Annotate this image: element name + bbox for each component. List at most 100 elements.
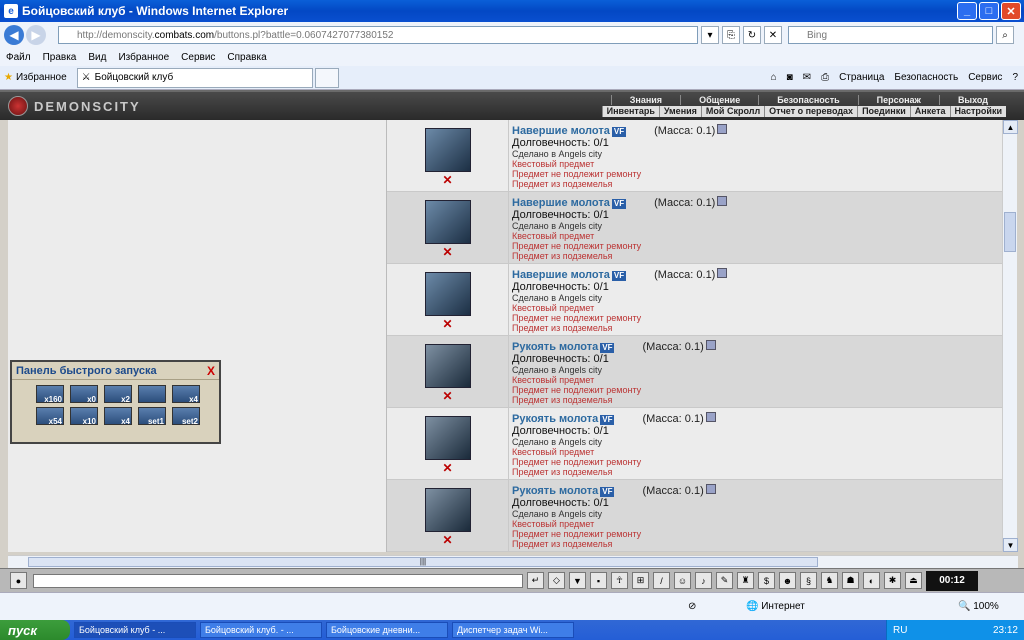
subnav-scroll[interactable]: Мой Скролл — [700, 106, 764, 117]
browser-tab[interactable]: ⚔ Бойцовский клуб — [76, 67, 313, 88]
nav-communication[interactable]: Общение — [680, 95, 758, 105]
clan-icon[interactable]: ♞ — [821, 572, 838, 589]
gift-icon[interactable] — [705, 412, 716, 422]
maximize-button[interactable]: □ — [979, 2, 999, 20]
subnav-battles[interactable]: Поединки — [857, 106, 910, 117]
delete-item-icon[interactable]: ✕ — [442, 174, 452, 186]
zoom-level[interactable]: 🔍 100% — [958, 601, 999, 612]
search-icon[interactable]: ⌕ — [996, 26, 1014, 44]
delete-item-icon[interactable]: ✕ — [442, 534, 452, 546]
people-icon[interactable]: ☗ — [842, 572, 859, 589]
gift-icon[interactable] — [717, 196, 728, 206]
subnav-skills[interactable]: Умения — [658, 106, 701, 117]
lock-icon[interactable]: ◐ — [863, 572, 880, 589]
close-window-button[interactable]: ✕ — [1001, 2, 1021, 20]
exit-icon[interactable]: ⏏ — [905, 572, 922, 589]
quick-item[interactable] — [138, 385, 166, 403]
quick-item[interactable]: x160 — [36, 385, 64, 404]
item-thumbnail[interactable] — [424, 200, 471, 244]
delete-item-icon[interactable]: ✕ — [442, 462, 452, 474]
start-button[interactable]: пуск — [0, 620, 70, 640]
friends-icon[interactable]: ☻ — [779, 572, 796, 589]
item-thumbnail[interactable] — [424, 416, 471, 460]
menu-favorites[interactable]: Избранное — [118, 52, 169, 63]
menu-edit[interactable]: Правка — [43, 52, 77, 63]
gift-icon[interactable] — [705, 340, 716, 350]
task-button[interactable]: Бойцовские дневни... — [326, 622, 448, 638]
home-icon[interactable]: ⌂ — [771, 72, 777, 83]
map-icon[interactable]: ⊞ — [632, 572, 649, 589]
delete-item-icon[interactable]: ✕ — [442, 246, 452, 258]
scroll-up-icon[interactable]: ▲ — [1003, 120, 1018, 134]
address-dropdown-icon[interactable]: ▾ — [701, 26, 719, 44]
delete-item-icon[interactable]: ✕ — [442, 390, 452, 402]
item-name[interactable]: Рукоять молота — [512, 413, 598, 425]
search-input[interactable]: Bing — [788, 26, 993, 44]
paw-icon[interactable]: ✱ — [884, 572, 901, 589]
print-icon[interactable]: ⎙ — [821, 72, 829, 83]
quick-item[interactable]: x10 — [70, 407, 98, 426]
item-thumbnail[interactable] — [424, 272, 471, 316]
item-name[interactable]: Навершие молота — [512, 269, 610, 281]
send-icon[interactable]: ↵ — [527, 572, 544, 589]
feeds-icon[interactable]: ◙ — [787, 72, 793, 83]
security-menu[interactable]: Безопасность — [894, 72, 958, 83]
refresh-icon[interactable]: ↻ — [743, 26, 761, 44]
item-name[interactable]: Рукоять молота — [512, 485, 598, 497]
nav-security[interactable]: Безопасность — [758, 95, 857, 105]
compat-view-icon[interactable]: ⎘ — [722, 26, 740, 44]
nav-knowledge[interactable]: Знания — [610, 95, 680, 105]
smile-icon[interactable]: ☺ — [674, 572, 691, 589]
item-thumbnail[interactable] — [424, 344, 471, 388]
filter-icon[interactable]: ▼ — [569, 572, 586, 589]
quick-item[interactable]: x4 — [172, 385, 200, 404]
quick-set2-button[interactable]: set2 — [172, 407, 200, 426]
mail-icon[interactable]: ✉ — [803, 72, 811, 83]
scroll-icon[interactable]: § — [800, 572, 817, 589]
money-icon[interactable]: $ — [758, 572, 775, 589]
menu-tools[interactable]: Сервис — [181, 52, 215, 63]
tool-icon[interactable]: ✎ — [716, 572, 733, 589]
item-name[interactable]: Навершие молота — [512, 125, 610, 137]
gift-icon[interactable] — [717, 268, 728, 278]
chat-input[interactable] — [33, 573, 523, 588]
new-tab-button[interactable] — [314, 67, 339, 88]
quick-panel-close-button[interactable]: X — [207, 364, 215, 378]
quick-item[interactable]: x0 — [70, 385, 98, 404]
hscroll-thumb[interactable]: ||| — [28, 557, 818, 567]
gift-icon[interactable] — [705, 484, 716, 494]
scroll-thumb[interactable] — [1004, 212, 1016, 252]
menu-help[interactable]: Справка — [227, 52, 266, 63]
item-thumbnail[interactable] — [424, 128, 471, 172]
vertical-scrollbar[interactable]: ▲ ▼ — [1002, 120, 1018, 552]
help-icon[interactable]: ? — [1012, 72, 1018, 83]
favorites-button[interactable]: ★ Избранное — [4, 72, 67, 83]
page-menu[interactable]: Страница — [839, 72, 884, 83]
subnav-transfers[interactable]: Отчет о переводах — [764, 106, 857, 117]
walk-icon[interactable]: ☥ — [611, 572, 628, 589]
tools-menu[interactable]: Сервис — [968, 72, 1002, 83]
subnav-settings[interactable]: Настройки — [949, 106, 1006, 117]
task-button[interactable]: Бойцовский клуб - ... — [74, 622, 196, 638]
subnav-profile[interactable]: Анкета — [909, 106, 950, 117]
menu-file[interactable]: Файл — [6, 52, 31, 63]
item-name[interactable]: Навершие молота — [512, 197, 610, 209]
slash-icon[interactable]: / — [653, 572, 670, 589]
scroll-down-icon[interactable]: ▼ — [1003, 538, 1018, 552]
subnav-inventory[interactable]: Инвентарь — [601, 106, 659, 117]
menu-view[interactable]: Вид — [88, 52, 106, 63]
quick-set1-button[interactable]: set1 — [138, 407, 166, 426]
bag-icon[interactable]: ♜ — [737, 572, 754, 589]
quick-item[interactable]: x2 — [104, 385, 132, 404]
item-name[interactable]: Рукоять молота — [512, 341, 598, 353]
sound-icon[interactable]: ♪ — [695, 572, 712, 589]
task-button[interactable]: Бойцовский клуб. - ... — [200, 622, 322, 638]
horizontal-scrollbar[interactable]: ||| — [8, 555, 1018, 568]
chat-speaker-icon[interactable]: ● — [10, 572, 27, 589]
nav-character[interactable]: Персонаж — [857, 95, 939, 105]
save-icon[interactable]: ▪ — [590, 572, 607, 589]
address-input[interactable]: http://demonscity. combats.com/buttons.pl… — [58, 26, 698, 44]
back-button[interactable]: ◀ — [4, 25, 24, 45]
forward-button[interactable]: ▶ — [26, 25, 46, 45]
delete-item-icon[interactable]: ✕ — [442, 318, 452, 330]
